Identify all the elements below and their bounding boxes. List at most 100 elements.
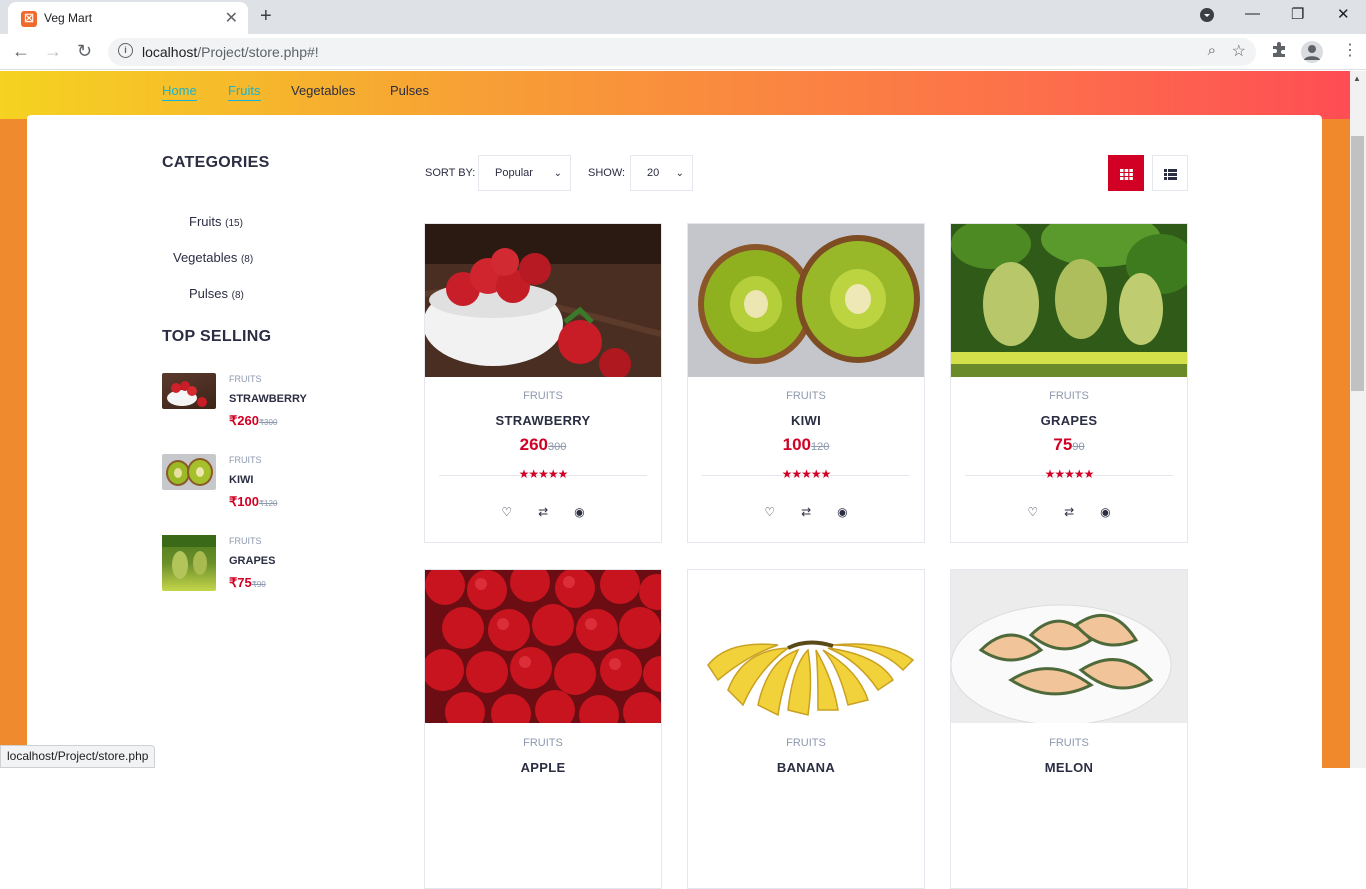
- product-category: FRUITS: [1049, 390, 1089, 402]
- price-current: ₹75: [229, 575, 252, 590]
- product-card[interactable]: FRUITS BANANA: [687, 569, 925, 889]
- link-status-bar: localhost/Project/store.php: [0, 745, 156, 768]
- address-url[interactable]: localhost/Project/store.php#!: [142, 44, 319, 60]
- price-current: 75: [1053, 435, 1073, 454]
- chevron-down-icon: ⌄: [553, 167, 562, 179]
- product-image-apple[interactable]: [425, 570, 661, 723]
- top-selling-name[interactable]: STRAWBERRY: [229, 393, 307, 405]
- product-category: FRUITS: [523, 737, 563, 749]
- back-icon[interactable]: ←: [12, 41, 30, 62]
- quick-view-eye-icon[interactable]: ◉: [1100, 505, 1110, 519]
- top-selling-image-grapes[interactable]: [162, 535, 216, 591]
- category-count: (15): [225, 218, 243, 229]
- category-name: Vegetables: [173, 250, 238, 265]
- top-selling-image-strawberry[interactable]: [162, 373, 216, 409]
- nav-home[interactable]: Home: [162, 83, 197, 101]
- product-category: FRUITS: [786, 390, 826, 402]
- restore-icon[interactable]: ❐: [1291, 5, 1304, 23]
- category-count: (8): [231, 290, 244, 301]
- reload-icon[interactable]: ↻: [77, 41, 92, 62]
- top-selling-category: FRUITS: [229, 536, 262, 546]
- compare-exchange-icon[interactable]: ⇄: [1064, 505, 1074, 519]
- price-current: ₹100: [229, 494, 259, 509]
- address-bar[interactable]: i localhost/Project/store.php#! ⌕ ☆: [108, 38, 1256, 66]
- minimize-icon[interactable]: —: [1245, 5, 1260, 22]
- quick-view-eye-icon[interactable]: ◉: [837, 505, 847, 519]
- profile-avatar-icon[interactable]: [1301, 41, 1323, 63]
- wishlist-heart-icon[interactable]: ♡: [501, 505, 512, 519]
- category-vegetables[interactable]: Vegetables (8): [173, 250, 253, 265]
- top-selling-category: FRUITS: [229, 455, 262, 465]
- price-current: 260: [519, 435, 548, 454]
- tab-close-icon[interactable]: ✕: [225, 8, 238, 28]
- new-tab-icon[interactable]: +: [260, 5, 272, 28]
- product-rating: ★★★★★: [781, 467, 832, 481]
- nav-pulses[interactable]: Pulses: [390, 83, 429, 100]
- product-name[interactable]: KIWI: [688, 413, 924, 428]
- compare-exchange-icon[interactable]: ⇄: [538, 505, 548, 519]
- price-old: ₹120: [258, 499, 278, 508]
- price-old: 90: [1072, 441, 1085, 453]
- show-label: SHOW:: [588, 167, 626, 179]
- product-actions: ♡ ⇄ ◉: [425, 505, 661, 519]
- product-image-melon[interactable]: [951, 570, 1187, 723]
- show-select[interactable]: 20 ⌄: [630, 155, 693, 191]
- top-selling-category: FRUITS: [229, 374, 262, 384]
- wishlist-heart-icon[interactable]: ♡: [764, 505, 775, 519]
- price-old: 120: [811, 441, 830, 453]
- nav-vegetables[interactable]: Vegetables: [291, 83, 355, 100]
- url-host: localhost: [142, 44, 198, 60]
- scrollbar-thumb[interactable]: [1351, 136, 1364, 391]
- price-old: 300: [548, 441, 567, 453]
- category-fruits[interactable]: Fruits (15): [189, 214, 243, 229]
- product-card[interactable]: FRUITS STRAWBERRY 260300 ★★★★★ ♡ ⇄ ◉: [424, 223, 662, 543]
- extensions-puzzle-icon[interactable]: [1271, 41, 1287, 62]
- category-name: Fruits: [189, 214, 222, 229]
- category-pulses[interactable]: Pulses (8): [189, 286, 244, 301]
- top-selling-image-kiwi[interactable]: [162, 454, 216, 490]
- list-view-button[interactable]: [1152, 155, 1188, 191]
- site-navigation: Home Fruits Vegetables Pulses: [0, 71, 1350, 119]
- browser-tab[interactable]: ☒ Veg Mart ✕: [8, 2, 248, 34]
- product-name[interactable]: STRAWBERRY: [425, 413, 661, 428]
- sort-label: SORT BY:: [425, 167, 476, 179]
- nav-fruits[interactable]: Fruits: [228, 83, 261, 101]
- wishlist-heart-icon[interactable]: ♡: [1027, 505, 1038, 519]
- window-close-icon[interactable]: ✕: [1337, 5, 1350, 23]
- bookmark-star-icon[interactable]: ☆: [1232, 41, 1246, 61]
- site-info-icon[interactable]: i: [118, 43, 133, 58]
- categories-title: CATEGORIES: [162, 154, 270, 171]
- product-price: 100120: [688, 435, 924, 455]
- grid-view-button[interactable]: [1108, 155, 1144, 191]
- product-card[interactable]: FRUITS GRAPES 7590 ★★★★★ ♡ ⇄ ◉: [950, 223, 1188, 543]
- top-selling-name[interactable]: GRAPES: [229, 555, 275, 567]
- sort-value: Popular: [495, 167, 533, 179]
- product-price: 7590: [951, 435, 1187, 455]
- product-image-banana[interactable]: [688, 570, 924, 723]
- price-old: ₹300: [258, 418, 278, 427]
- product-card[interactable]: FRUITS MELON: [950, 569, 1188, 889]
- product-card[interactable]: FRUITS KIWI 100120 ★★★★★ ♡ ⇄ ◉: [687, 223, 925, 543]
- product-name[interactable]: GRAPES: [951, 413, 1187, 428]
- category-count: (8): [240, 254, 254, 265]
- zoom-icon[interactable]: ⌕: [1208, 42, 1216, 59]
- top-selling-price: ₹100₹120: [229, 494, 277, 510]
- product-category: FRUITS: [1049, 737, 1089, 749]
- product-image-strawberry[interactable]: [425, 224, 661, 377]
- quick-view-eye-icon[interactable]: ◉: [574, 505, 584, 519]
- compare-exchange-icon[interactable]: ⇄: [801, 505, 811, 519]
- product-card[interactable]: FRUITS APPLE: [424, 569, 662, 889]
- scroll-up-arrow-icon[interactable]: ▲: [1353, 74, 1361, 83]
- top-selling-price: ₹75₹90: [229, 575, 266, 591]
- top-selling-name[interactable]: KIWI: [229, 474, 253, 486]
- product-image-kiwi[interactable]: [688, 224, 924, 377]
- tab-search-icon[interactable]: [1200, 8, 1214, 26]
- top-selling-price: ₹260₹300: [229, 413, 277, 429]
- browser-menu-icon[interactable]: ⋮: [1342, 40, 1358, 60]
- product-price: 260300: [425, 435, 661, 455]
- chevron-down-icon: ⌄: [675, 167, 684, 179]
- sort-select[interactable]: Popular ⌄: [478, 155, 571, 191]
- product-rating: ★★★★★: [518, 467, 569, 481]
- forward-icon[interactable]: →: [44, 41, 62, 62]
- product-image-grapes[interactable]: [951, 224, 1187, 377]
